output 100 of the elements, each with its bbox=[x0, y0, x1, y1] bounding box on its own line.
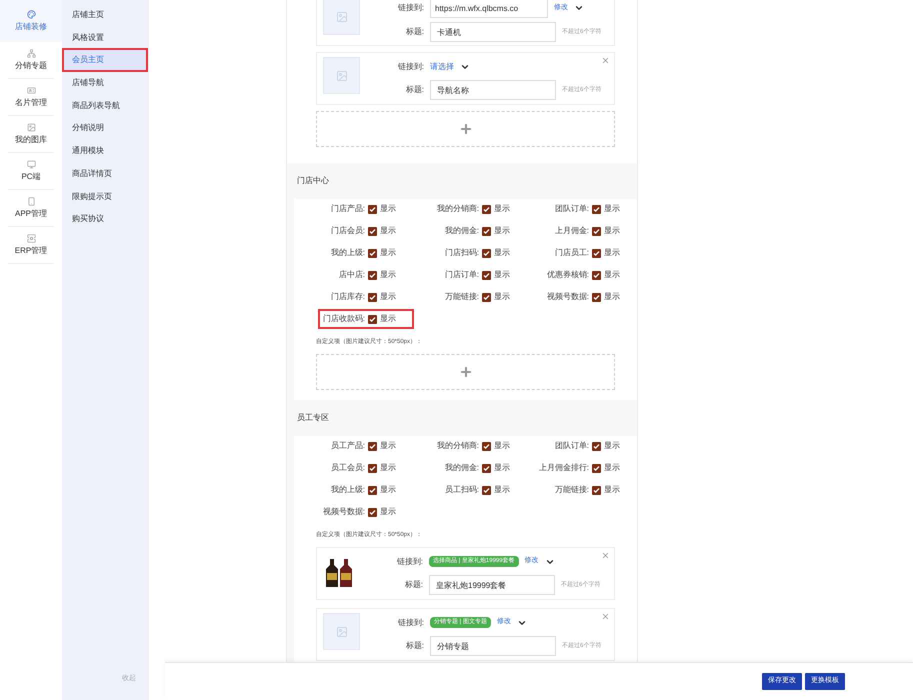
toggle-text: 显示 bbox=[494, 247, 511, 259]
checkbox[interactable] bbox=[368, 226, 377, 236]
network-icon bbox=[26, 48, 36, 58]
toggle-label: 员工扫码: bbox=[444, 484, 479, 496]
toggle-label: 我的佣金: bbox=[444, 462, 479, 474]
sub-nav-item[interactable]: 分销说明 bbox=[64, 118, 146, 138]
title-label: 标题: bbox=[404, 579, 423, 591]
toggle-text: 显示 bbox=[494, 291, 511, 303]
toggle-text: 显示 bbox=[380, 484, 397, 496]
chevron-down-icon[interactable] bbox=[574, 3, 584, 13]
sub-nav-item[interactable]: 通用模块 bbox=[64, 141, 146, 162]
nav-item[interactable]: ERP管理 bbox=[8, 227, 54, 264]
checkbox[interactable] bbox=[592, 486, 601, 494]
checkbox[interactable] bbox=[482, 486, 491, 494]
toggle-label: 我的分销商: bbox=[436, 203, 479, 215]
link-label: 链接到: bbox=[396, 616, 424, 628]
nav-item[interactable]: APP管理 bbox=[8, 190, 54, 227]
toggle-label: 门店库存: bbox=[330, 291, 365, 303]
toggle-text: 显示 bbox=[380, 313, 397, 325]
checkbox[interactable] bbox=[482, 248, 491, 258]
image-icon bbox=[336, 626, 348, 638]
toggle-text: 显示 bbox=[604, 484, 621, 496]
checkbox[interactable] bbox=[482, 270, 491, 280]
toggle-text: 显示 bbox=[380, 247, 397, 259]
checkbox[interactable] bbox=[368, 248, 377, 258]
checkbox[interactable] bbox=[592, 464, 601, 472]
checkbox[interactable] bbox=[482, 226, 491, 236]
title-field[interactable]: 分销专题 bbox=[430, 636, 556, 656]
toggle-text: 显示 bbox=[604, 225, 621, 237]
sub-nav-item[interactable]: 限购提示页 bbox=[64, 186, 146, 206]
close-icon[interactable] bbox=[601, 612, 610, 621]
plus-icon bbox=[458, 122, 472, 136]
checkbox[interactable] bbox=[368, 442, 377, 450]
toggle-text: 显示 bbox=[380, 291, 397, 303]
toggle-label: 上月佣金: bbox=[554, 225, 589, 237]
sub-nav-item[interactable]: 购买协议 bbox=[64, 209, 146, 230]
title-field[interactable]: 皇家礼炮19999套餐 bbox=[429, 575, 555, 595]
checkbox[interactable] bbox=[368, 486, 377, 494]
checkbox[interactable] bbox=[592, 226, 601, 236]
section-title: 员工专区 bbox=[297, 412, 329, 424]
nav-item[interactable]: 店铺装修 bbox=[0, 0, 62, 42]
checkbox[interactable] bbox=[482, 204, 491, 214]
nav-item[interactable]: 我的图库 bbox=[8, 116, 54, 153]
nav-item[interactable]: PC端 bbox=[8, 153, 54, 190]
image-icon bbox=[26, 122, 36, 132]
title-field[interactable]: 卡通机 bbox=[430, 22, 556, 42]
toggle-label: 万能链接: bbox=[554, 484, 589, 496]
toggle-text: 显示 bbox=[604, 247, 621, 259]
checkbox[interactable] bbox=[482, 292, 491, 302]
title-label: 标题: bbox=[404, 84, 424, 96]
toggle-text: 显示 bbox=[494, 440, 511, 452]
toggle-label: 视频号数据: bbox=[546, 291, 589, 303]
sub-nav-item[interactable]: 风格设置 bbox=[64, 28, 146, 48]
toggle-text: 显示 bbox=[380, 462, 397, 474]
link-field[interactable]: https://m.wfx.qlbcms.co bbox=[430, 0, 548, 18]
checkbox[interactable] bbox=[368, 464, 377, 472]
checkbox[interactable] bbox=[368, 314, 377, 324]
toggle-text: 显示 bbox=[380, 440, 397, 452]
toggle-text: 显示 bbox=[494, 203, 511, 215]
toggle-label: 万能链接: bbox=[444, 291, 479, 303]
title-label: 标题: bbox=[404, 26, 424, 38]
toggle-label: 门店订单: bbox=[444, 269, 479, 281]
nav-item[interactable]: 分销专题 bbox=[8, 42, 54, 79]
toggle-text: 显示 bbox=[494, 462, 511, 474]
title-label: 标题: bbox=[404, 640, 424, 652]
sub-nav-item[interactable]: 会员主页 bbox=[64, 50, 146, 70]
checkbox[interactable] bbox=[592, 270, 601, 280]
toggle-label: 我的分销商: bbox=[436, 440, 479, 452]
toggle-label: 员工产品: bbox=[330, 440, 365, 452]
checkbox[interactable] bbox=[368, 270, 377, 280]
sub-nav-item[interactable]: 店铺导航 bbox=[64, 73, 146, 94]
link-label: 链接到: bbox=[396, 60, 424, 72]
nav-item[interactable]: 名片管理 bbox=[8, 79, 54, 116]
checkbox[interactable] bbox=[482, 442, 491, 450]
checkbox[interactable] bbox=[592, 204, 601, 214]
checkbox[interactable] bbox=[368, 508, 377, 516]
link-label: 链接到: bbox=[396, 556, 423, 568]
toggle-label: 我的佣金: bbox=[444, 225, 479, 237]
checkbox[interactable] bbox=[592, 248, 601, 258]
checkbox[interactable] bbox=[592, 292, 601, 302]
toggle-label: 门店产品: bbox=[330, 203, 365, 215]
phone-icon bbox=[26, 196, 36, 206]
sub-nav-item[interactable]: 商品列表导航 bbox=[64, 96, 146, 116]
checkbox[interactable] bbox=[368, 204, 377, 214]
close-icon[interactable] bbox=[601, 56, 610, 65]
checkbox[interactable] bbox=[482, 464, 491, 472]
close-icon[interactable] bbox=[601, 551, 610, 560]
sub-nav-item[interactable]: 店铺主页 bbox=[64, 5, 146, 25]
plus-icon bbox=[458, 365, 472, 379]
sub-nav-item[interactable]: 商品详情页 bbox=[64, 164, 146, 184]
link-label: 链接到: bbox=[396, 2, 424, 14]
checkbox[interactable] bbox=[592, 442, 601, 450]
title-field[interactable]: 导航名称 bbox=[430, 80, 556, 100]
link-select[interactable]: 请选择 bbox=[430, 60, 454, 72]
section-title: 门店中心 bbox=[297, 175, 329, 187]
monitor-icon bbox=[26, 160, 36, 168]
toggle-text: 显示 bbox=[604, 291, 621, 303]
toggle-text: 显示 bbox=[604, 462, 621, 474]
checkbox[interactable] bbox=[368, 292, 377, 302]
toggle-text: 显示 bbox=[604, 269, 621, 281]
